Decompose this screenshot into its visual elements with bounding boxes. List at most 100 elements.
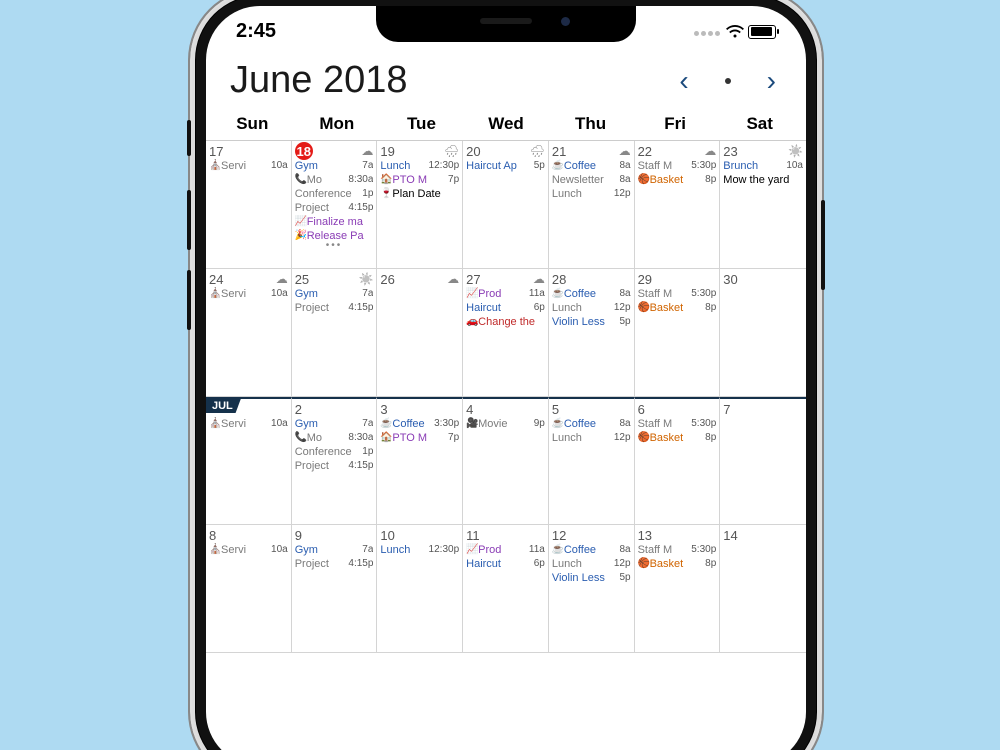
- event-title: Gym: [295, 543, 361, 557]
- event-item[interactable]: 🍷Plan Date: [380, 187, 459, 201]
- weather-icon: ☀️: [788, 144, 803, 158]
- event-item[interactable]: Gym7a: [295, 543, 374, 557]
- event-item[interactable]: Mow the yard: [723, 173, 803, 187]
- day-cell[interactable]: 22☁Staff M5:30p🏀Basket8p: [635, 141, 721, 269]
- event-item[interactable]: Gym7a: [295, 287, 374, 301]
- prev-month-button[interactable]: ‹: [673, 63, 694, 99]
- event-item[interactable]: Staff M5:30p: [638, 159, 717, 173]
- event-icon: 🏀: [638, 173, 650, 187]
- event-time: 5p: [619, 571, 630, 585]
- event-time: 8a: [619, 173, 630, 187]
- day-cell[interactable]: JUL1⛪️Servi10a: [206, 397, 292, 525]
- day-cell[interactable]: 18☁Gym7a📞Mo8:30aConference1pProject4:15p…: [292, 141, 378, 269]
- next-month-button[interactable]: ›: [761, 63, 782, 99]
- event-item[interactable]: Project4:15p: [295, 201, 374, 215]
- event-item[interactable]: Haircut Ap5p: [466, 159, 545, 173]
- event-time: 4:15p: [348, 459, 373, 473]
- day-cell[interactable]: 12☕️Coffee8aLunch12pViolin Less5p: [549, 525, 635, 653]
- event-item[interactable]: 🎥Movie9p: [466, 417, 545, 431]
- event-item[interactable]: Staff M5:30p: [638, 543, 717, 557]
- event-item[interactable]: Gym7a: [295, 159, 374, 173]
- day-cell[interactable]: 4🎥Movie9p: [463, 397, 549, 525]
- day-cell[interactable]: 14: [720, 525, 806, 653]
- day-cell[interactable]: 17⛪️Servi10a: [206, 141, 292, 269]
- event-item[interactable]: 🚗Change the: [466, 315, 545, 329]
- event-item[interactable]: ⛪️Servi10a: [209, 287, 288, 301]
- event-item[interactable]: Brunch10a: [723, 159, 803, 173]
- event-time: 7a: [362, 543, 373, 557]
- event-item[interactable]: ☕️Coffee8a: [552, 417, 631, 431]
- day-cell[interactable]: 6Staff M5:30p🏀Basket8p: [635, 397, 721, 525]
- day-cell[interactable]: 26☁: [377, 269, 463, 397]
- event-item[interactable]: 🏀Basket8p: [638, 557, 717, 571]
- event-item[interactable]: 🏠PTO M7p: [380, 431, 459, 445]
- event-item[interactable]: Lunch12p: [552, 557, 631, 571]
- event-title: Project: [295, 459, 347, 473]
- event-item[interactable]: Lunch12:30p: [380, 159, 459, 173]
- event-time: 4:15p: [348, 201, 373, 215]
- day-cell[interactable]: 19🌧Lunch12:30p🏠PTO M7p🍷Plan Date: [377, 141, 463, 269]
- event-item[interactable]: Lunch12p: [552, 431, 631, 445]
- day-cell[interactable]: 28☕️Coffee8aLunch12pViolin Less5p: [549, 269, 635, 397]
- day-cell[interactable]: 3☕️Coffee3:30p🏠PTO M7p: [377, 397, 463, 525]
- event-title: Mow the yard: [723, 173, 803, 187]
- event-item[interactable]: 📞Mo8:30a: [295, 173, 374, 187]
- day-cell[interactable]: 7: [720, 397, 806, 525]
- day-cell[interactable]: 23☀️Brunch10aMow the yard: [720, 141, 806, 269]
- event-title: Servi: [221, 543, 269, 557]
- event-item[interactable]: 🏀Basket8p: [638, 301, 717, 315]
- event-item[interactable]: 📞Mo8:30a: [295, 431, 374, 445]
- event-item[interactable]: Violin Less5p: [552, 571, 631, 585]
- event-item[interactable]: 🏠PTO M7p: [380, 173, 459, 187]
- event-item[interactable]: Violin Less5p: [552, 315, 631, 329]
- event-item[interactable]: Lunch12p: [552, 187, 631, 201]
- event-item[interactable]: Conference1p: [295, 187, 374, 201]
- event-item[interactable]: Lunch12:30p: [380, 543, 459, 557]
- day-cell[interactable]: 5☕️Coffee8aLunch12p: [549, 397, 635, 525]
- weekday-label: Sun: [210, 114, 295, 134]
- today-button[interactable]: [725, 78, 731, 84]
- day-cell[interactable]: 8⛪️Servi10a: [206, 525, 292, 653]
- event-item[interactable]: ☕️Coffee3:30p: [380, 417, 459, 431]
- event-item[interactable]: Conference1p: [295, 445, 374, 459]
- day-cell[interactable]: 20🌧Haircut Ap5p: [463, 141, 549, 269]
- event-time: 8p: [705, 431, 716, 445]
- event-item[interactable]: ☕️Coffee8a: [552, 543, 631, 557]
- day-cell[interactable]: 25☀️Gym7aProject4:15p: [292, 269, 378, 397]
- day-cell[interactable]: 2Gym7a📞Mo8:30aConference1pProject4:15p: [292, 397, 378, 525]
- event-time: 5:30p: [691, 543, 716, 557]
- event-item[interactable]: 🏀Basket8p: [638, 431, 717, 445]
- day-cell[interactable]: 10Lunch12:30p: [377, 525, 463, 653]
- event-item[interactable]: Gym7a: [295, 417, 374, 431]
- event-item[interactable]: Newsletter8a: [552, 173, 631, 187]
- event-item[interactable]: Staff M5:30p: [638, 287, 717, 301]
- event-item[interactable]: ☕️Coffee8a: [552, 287, 631, 301]
- event-item[interactable]: Project4:15p: [295, 301, 374, 315]
- calendar-grid[interactable]: 17⛪️Servi10a18☁Gym7a📞Mo8:30aConference1p…: [206, 141, 806, 653]
- event-item[interactable]: ⛪️Servi10a: [209, 543, 288, 557]
- day-cell[interactable]: 24☁⛪️Servi10a: [206, 269, 292, 397]
- event-item[interactable]: 📈Finalize ma: [295, 215, 374, 229]
- event-item[interactable]: ⛪️Servi10a: [209, 159, 288, 173]
- event-item[interactable]: Staff M5:30p: [638, 417, 717, 431]
- event-item[interactable]: Project4:15p: [295, 459, 374, 473]
- event-item[interactable]: Lunch12p: [552, 301, 631, 315]
- event-title: Mo: [307, 431, 347, 445]
- day-cell[interactable]: 11📈Prod11aHaircut6p: [463, 525, 549, 653]
- day-cell[interactable]: 27☁📈Prod11aHaircut6p🚗Change the: [463, 269, 549, 397]
- event-item[interactable]: 📈Prod11a: [466, 543, 545, 557]
- day-cell[interactable]: 30: [720, 269, 806, 397]
- more-events-indicator[interactable]: •••: [295, 243, 374, 251]
- event-item[interactable]: Haircut6p: [466, 557, 545, 571]
- event-item[interactable]: ☕️Coffee8a: [552, 159, 631, 173]
- event-item[interactable]: Project4:15p: [295, 557, 374, 571]
- day-cell[interactable]: 29Staff M5:30p🏀Basket8p: [635, 269, 721, 397]
- event-item[interactable]: 📈Prod11a: [466, 287, 545, 301]
- event-item[interactable]: ⛪️Servi10a: [209, 417, 288, 431]
- day-cell[interactable]: 9Gym7aProject4:15p: [292, 525, 378, 653]
- day-cell[interactable]: 13Staff M5:30p🏀Basket8p: [635, 525, 721, 653]
- event-item[interactable]: Haircut6p: [466, 301, 545, 315]
- event-item[interactable]: 🏀Basket8p: [638, 173, 717, 187]
- day-cell[interactable]: 21☁☕️Coffee8aNewsletter8aLunch12p: [549, 141, 635, 269]
- date-number: 29: [638, 272, 652, 287]
